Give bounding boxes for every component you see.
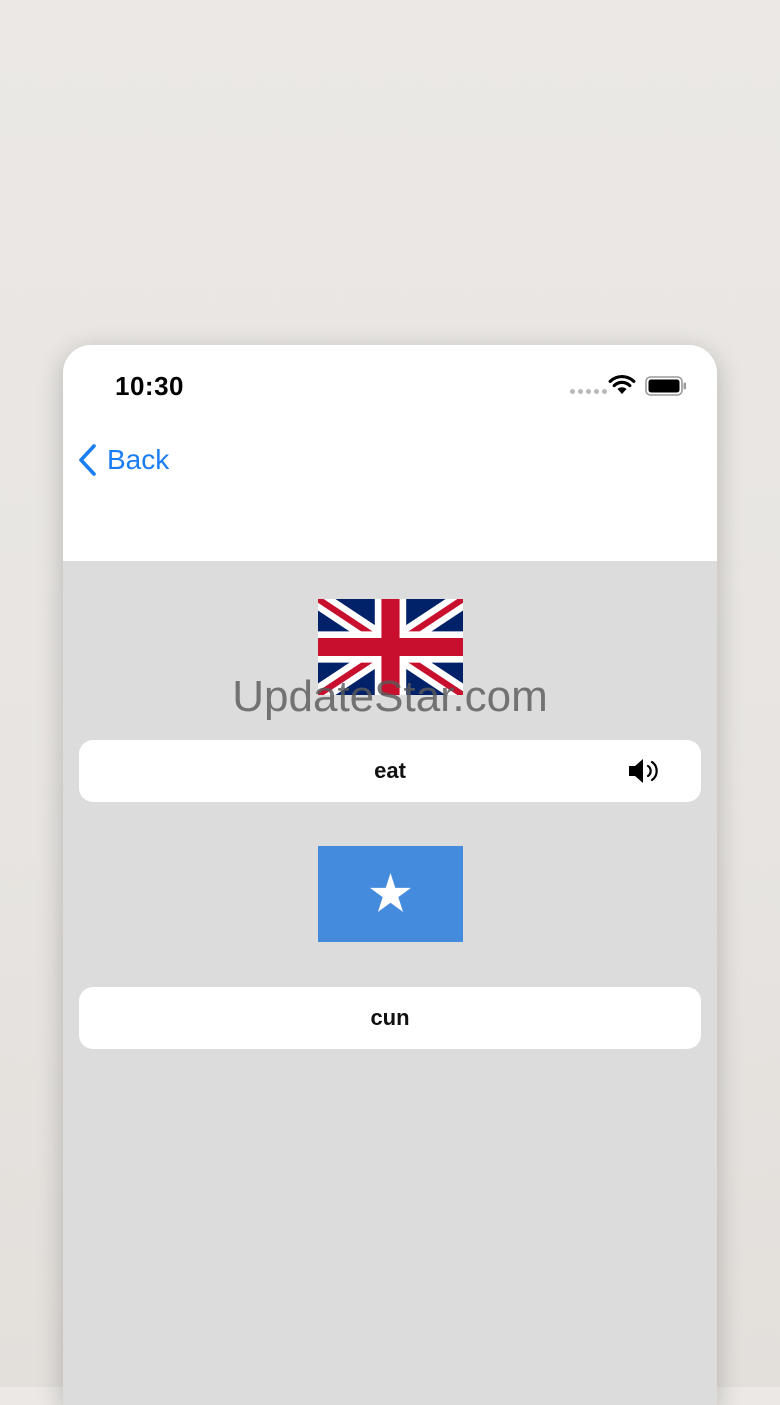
somali-word: cun (370, 1005, 410, 1030)
back-label: Back (107, 444, 170, 475)
somalia-flag (318, 846, 463, 942)
star-icon (370, 873, 411, 912)
speaker-icon[interactable] (627, 757, 663, 785)
cellular-signal-icon (570, 389, 607, 394)
phone-screen: 10:30 Back eat cun (63, 345, 717, 1405)
united-kingdom-flag (318, 599, 463, 695)
battery-icon (645, 376, 686, 396)
navigation-header: 10:30 Back (63, 345, 717, 561)
english-word: eat (374, 758, 406, 783)
english-word-card[interactable]: eat (79, 740, 701, 802)
wifi-icon (608, 374, 636, 394)
status-time: 10:30 (115, 371, 184, 401)
back-button[interactable]: Back (77, 443, 169, 477)
chevron-left-icon (79, 444, 96, 476)
somali-word-card[interactable]: cun (79, 987, 701, 1049)
